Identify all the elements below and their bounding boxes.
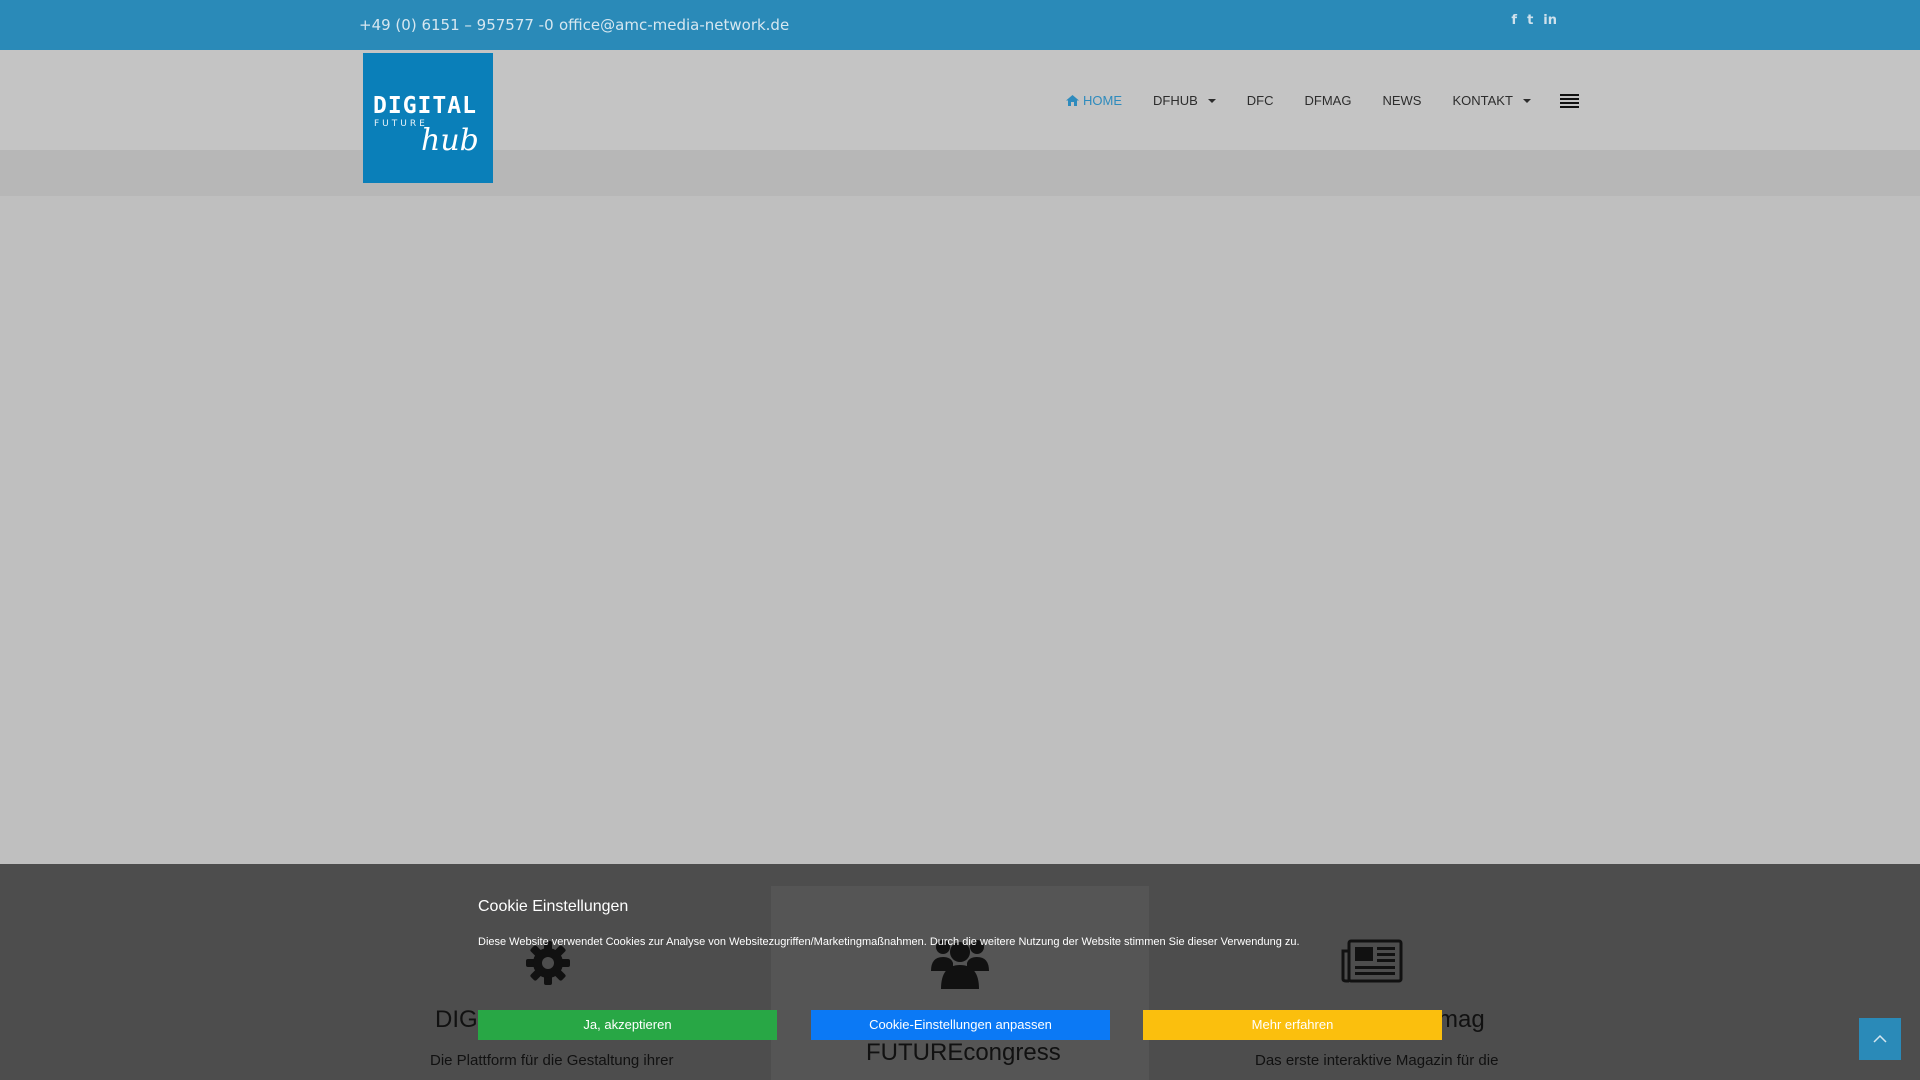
- feature-title-dfhub: DIG: [435, 1006, 478, 1033]
- feature-title-dfmag: mag: [1438, 1006, 1485, 1033]
- nav-item-label: DFHUB: [1153, 93, 1198, 108]
- cookie-banner-text: Diese Website verwendet Cookies zur Anal…: [478, 936, 1300, 948]
- site-header: [0, 50, 1920, 150]
- logo-digital-text: DIGITAL: [373, 93, 477, 119]
- feature-title-dfc[interactable]: FUTUREcongress: [866, 1039, 1061, 1067]
- main-navigation: HOME DFHUB DFC DFMAG NEWS KONTAKT: [1066, 93, 1579, 108]
- logo-future-text: FUTURE: [374, 119, 428, 129]
- top-contact-bar: +49 (0) 6151 – 957577 -0 office@amc-medi…: [0, 0, 1920, 50]
- chevron-up-icon: [1873, 1034, 1887, 1043]
- home-icon: [1066, 95, 1079, 106]
- feature-desc-dfmag: Das erste interaktive Magazin für die: [1255, 1052, 1499, 1069]
- cookie-banner-title: Cookie Einstellungen: [478, 898, 629, 915]
- newspaper-icon: [1341, 939, 1403, 983]
- cookie-settings-button[interactable]: Cookie-Einstellungen anpassen: [811, 1010, 1110, 1040]
- email-address[interactable]: office@amc-media-network.de: [559, 16, 789, 34]
- cookie-accept-button[interactable]: Ja, akzeptieren: [478, 1010, 777, 1040]
- cookie-more-info-button[interactable]: Mehr erfahren: [1143, 1010, 1442, 1040]
- nav-item-dfmag[interactable]: DFMAG: [1305, 93, 1352, 108]
- nav-item-label: DFC: [1246, 93, 1274, 108]
- nav-item-label: HOME: [1083, 93, 1122, 108]
- caret-down-icon: [1207, 98, 1216, 103]
- nav-item-label: KONTAKT: [1452, 93, 1513, 108]
- nav-item-news[interactable]: NEWS: [1382, 93, 1421, 108]
- logo-hub-text: hub: [421, 123, 479, 158]
- twitter-icon[interactable]: t: [1527, 13, 1533, 28]
- linkedin-icon[interactable]: in: [1543, 13, 1557, 28]
- header-sub-strip: [0, 150, 1920, 196]
- back-to-top-button[interactable]: [1859, 1018, 1901, 1060]
- nav-item-label: NEWS: [1382, 93, 1422, 108]
- social-links: f t in: [1511, 13, 1557, 28]
- nav-item-dfc[interactable]: DFC: [1247, 93, 1274, 108]
- site-logo[interactable]: DIGITAL FUTURE hub: [363, 53, 493, 183]
- facebook-icon[interactable]: f: [1511, 13, 1517, 28]
- feature-desc-dfhub: Die Plattform für die Gestaltung ihrer: [430, 1052, 674, 1069]
- hamburger-icon[interactable]: [1559, 93, 1579, 108]
- nav-item-label: DFMAG: [1304, 93, 1352, 108]
- nav-item-dfhub[interactable]: DFHUB: [1153, 93, 1216, 108]
- nav-item-kontakt[interactable]: KONTAKT: [1452, 93, 1531, 108]
- caret-down-icon: [1522, 98, 1531, 103]
- phone-number[interactable]: +49 (0) 6151 – 957577 -0: [359, 16, 554, 34]
- nav-item-home[interactable]: HOME: [1066, 93, 1122, 108]
